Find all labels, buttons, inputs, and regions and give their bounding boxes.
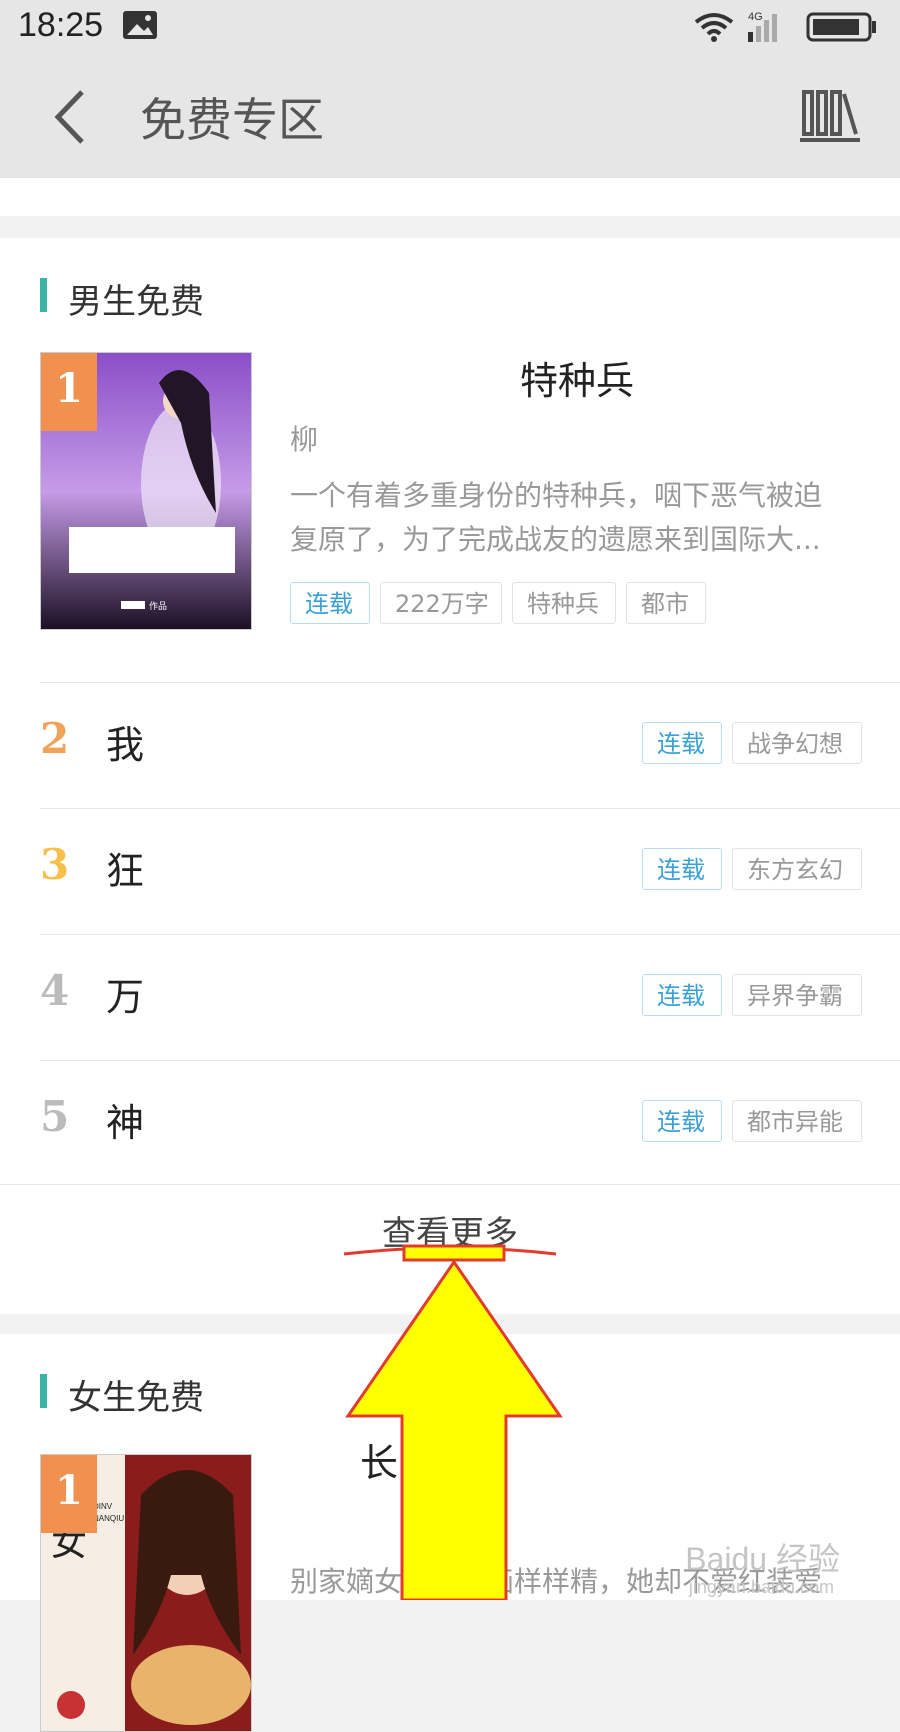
watermark-url: jingyan.baidu.com [688, 1577, 834, 1597]
genre-tag: 战争幻想 [732, 722, 862, 764]
desc-line: 一个有着多重身份的特种兵，咽下恶气被迫 [290, 479, 823, 512]
row-title: 我 [106, 723, 145, 767]
section-accent-bar [40, 1374, 47, 1408]
book-description: 一个有着多重身份的特种兵，咽下恶气被迫 复原了，为了完成战友的遗愿来到国际大..… [290, 474, 860, 562]
row-title: 狂 [106, 849, 145, 893]
status-tag: 连载 [642, 722, 722, 764]
status-tag: 连载 [290, 582, 370, 624]
watermark: Baidu 经验 [685, 1541, 840, 1577]
book-author: 柳 [290, 423, 319, 456]
status-time: 18:25 [18, 6, 104, 44]
section-accent-bar [40, 278, 47, 312]
section-title: 男生免费 [68, 282, 204, 322]
status-indicators: 4G [692, 8, 882, 44]
wifi-icon [694, 13, 734, 42]
book-cover[interactable]: 贵 女 DINV NANQIU 1 [40, 1454, 252, 1732]
top-spacer [0, 178, 900, 216]
status-tag: 连载 [642, 848, 722, 890]
status-tag: 连载 [642, 974, 722, 1016]
status-tag: 连载 [642, 1100, 722, 1142]
genre-tag: 都市异能 [732, 1100, 862, 1142]
row-rank: 4 [40, 966, 70, 1015]
battery-icon [806, 12, 876, 42]
section-title: 女生免费 [68, 1378, 204, 1418]
list-item[interactable]: 3 狂 连载 东方玄幻 [0, 808, 900, 934]
row-rank: 5 [40, 1092, 70, 1141]
row-title: 万 [106, 975, 145, 1019]
desc-line: 复原了，为了完成战友的遗愿来到国际大... [290, 523, 821, 556]
list-item[interactable]: 4 万 连载 异界争霸 [0, 934, 900, 1060]
row-divider [0, 1184, 900, 1185]
network-label: 4G [748, 11, 763, 23]
list-item[interactable]: 5 神 连载 都市异能 [0, 1060, 900, 1186]
genre-tag: 异界争霸 [732, 974, 862, 1016]
back-icon[interactable] [48, 86, 92, 148]
book-title[interactable]: 特种兵 [520, 350, 634, 405]
genre-tag: 特种兵 [512, 582, 616, 624]
annotation-arrow-icon [343, 1244, 563, 1600]
signal-icon: 4G [748, 11, 777, 42]
image-icon [123, 11, 157, 39]
list-item[interactable]: 2 我 连载 战争幻想 [0, 682, 900, 808]
top-app-bar: 免费专区 [0, 54, 900, 178]
cover-text: NANQIU [93, 1514, 124, 1523]
rank-badge: 1 [41, 1455, 97, 1533]
page-title: 免费专区 [140, 93, 324, 147]
rank-badge: 1 [41, 353, 97, 431]
book-cover[interactable]: 作品 1 [40, 352, 252, 630]
bookshelf-icon[interactable] [800, 86, 860, 144]
male-free-section: 男生免费 作品 1 特种兵 柳 一个有着多重身份的特种兵，咽下恶气被迫 复原了，… [0, 238, 900, 1314]
row-title: 神 [106, 1101, 145, 1145]
genre-tag: 都市 [626, 582, 706, 624]
genre-tag: 东方玄幻 [732, 848, 862, 890]
cover-caption: 作品 [149, 600, 167, 612]
wordcount-tag: 222万字 [380, 582, 502, 624]
status-bar: 18:25 4G [0, 0, 900, 54]
row-rank: 3 [40, 840, 70, 889]
row-rank: 2 [40, 714, 70, 763]
